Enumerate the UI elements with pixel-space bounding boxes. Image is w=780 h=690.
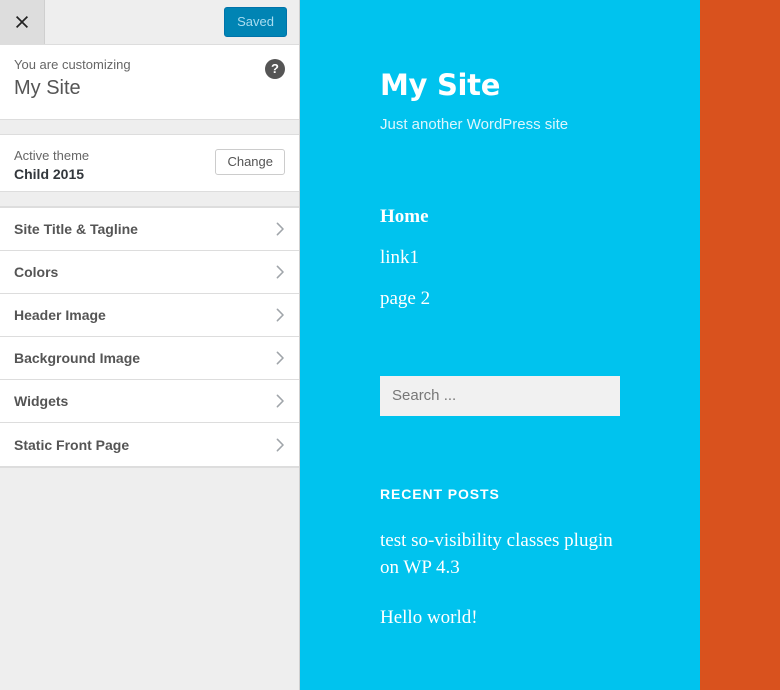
panel-label: Background Image bbox=[14, 350, 141, 366]
customizer-panel-list: Site Title & Tagline Colors Header Image bbox=[0, 207, 299, 467]
recent-post-link[interactable]: Hello world! bbox=[380, 604, 478, 632]
search-widget bbox=[380, 375, 700, 416]
site-title: My Site bbox=[380, 68, 501, 102]
customizer-sidebar: Saved You are customizing My Site ? Acti… bbox=[0, 0, 300, 690]
customizing-label: You are customizing bbox=[14, 57, 131, 72]
search-input[interactable] bbox=[380, 375, 620, 416]
nav-item-link1[interactable]: link1 bbox=[380, 248, 700, 267]
sidebar-item-header-image[interactable]: Header Image bbox=[0, 294, 299, 337]
recent-posts-list: test so-visibility classes plugin on WP … bbox=[380, 527, 700, 632]
nav-item-home[interactable]: Home bbox=[380, 207, 700, 226]
recent-posts-title: Recent Posts bbox=[380, 485, 500, 502]
site-content-area bbox=[700, 0, 780, 690]
recent-posts-widget: Recent Posts test so-visibility classes … bbox=[380, 486, 700, 631]
list-item: Hello world! bbox=[380, 604, 700, 632]
sidebar-item-site-title-tagline[interactable]: Site Title & Tagline bbox=[0, 208, 299, 251]
customizing-info: You are customizing My Site ? bbox=[0, 45, 299, 120]
chevron-right-icon bbox=[275, 222, 285, 236]
nav-item-page-2[interactable]: page 2 bbox=[380, 289, 700, 308]
save-button[interactable]: Saved bbox=[224, 7, 287, 37]
panel-label: Colors bbox=[14, 264, 59, 280]
recent-post-link[interactable]: test so-visibility classes plugin on WP … bbox=[380, 527, 630, 582]
chevron-right-icon bbox=[275, 265, 285, 279]
sidebar-item-colors[interactable]: Colors bbox=[0, 251, 299, 294]
chevron-right-icon bbox=[275, 438, 285, 452]
chevron-right-icon bbox=[275, 308, 285, 322]
chevron-right-icon bbox=[275, 394, 285, 408]
site-preview: My Site Just another WordPress site Home… bbox=[300, 0, 780, 690]
chevron-right-icon bbox=[275, 351, 285, 365]
panel-label: Widgets bbox=[14, 393, 69, 409]
help-icon[interactable]: ? bbox=[265, 59, 285, 79]
primary-navigation: Home link1 page 2 bbox=[380, 207, 700, 308]
section-spacer-bottom bbox=[0, 192, 299, 207]
close-icon[interactable] bbox=[0, 0, 45, 44]
customizer-header: Saved bbox=[0, 0, 299, 45]
customizer-app: Saved You are customizing My Site ? Acti… bbox=[0, 0, 780, 690]
sidebar-item-static-front-page[interactable]: Static Front Page bbox=[0, 423, 299, 466]
header-spacer bbox=[45, 0, 224, 44]
site-sidebar: My Site Just another WordPress site Home… bbox=[300, 0, 700, 690]
customizing-site-title: My Site bbox=[14, 76, 81, 99]
active-theme-section: Active theme Child 2015 Change bbox=[0, 135, 299, 192]
panel-label: Site Title & Tagline bbox=[14, 221, 138, 237]
panel-list-bottom-divider bbox=[0, 467, 299, 468]
list-item: test so-visibility classes plugin on WP … bbox=[380, 527, 700, 582]
sidebar-item-widgets[interactable]: Widgets bbox=[0, 380, 299, 423]
site-description: Just another WordPress site bbox=[380, 115, 569, 133]
panel-label: Static Front Page bbox=[14, 436, 130, 453]
change-theme-button[interactable]: Change bbox=[215, 149, 285, 175]
sidebar-item-background-image[interactable]: Background Image bbox=[0, 337, 299, 380]
section-spacer-top bbox=[0, 120, 299, 135]
panel-label: Header Image bbox=[14, 307, 106, 323]
